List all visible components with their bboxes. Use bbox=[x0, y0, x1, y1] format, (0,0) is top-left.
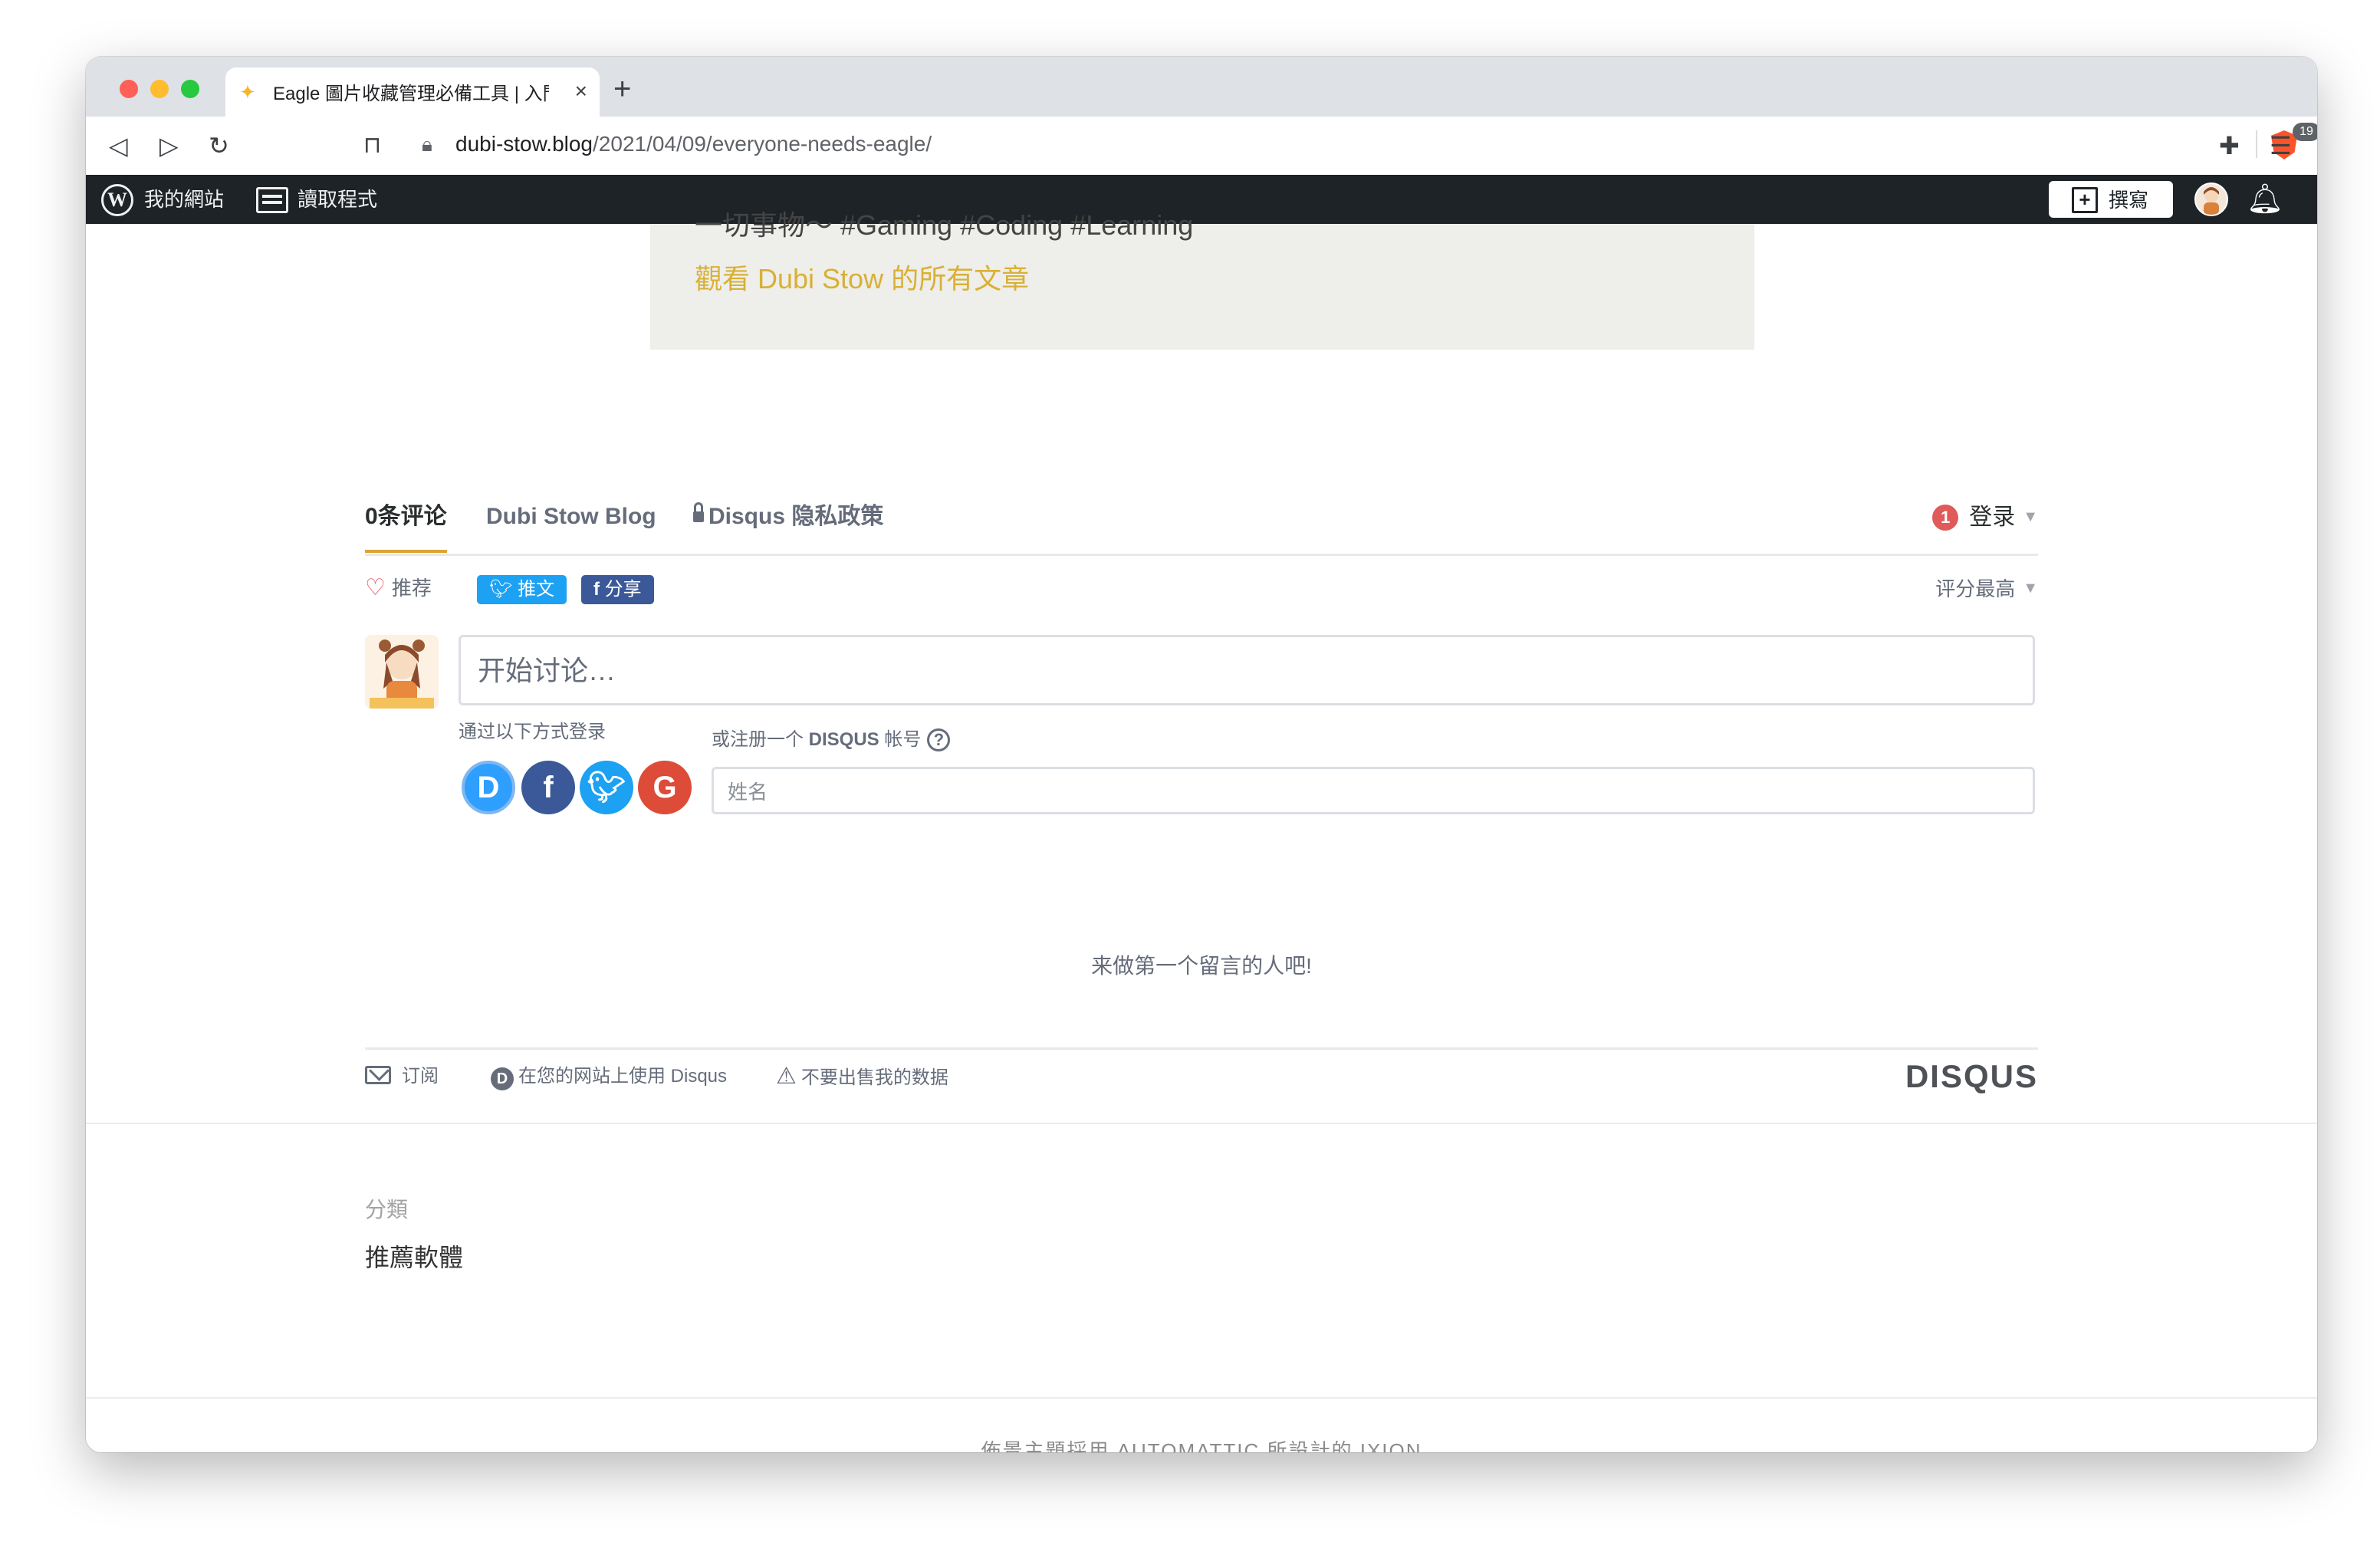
recommend-button[interactable]: ♡ 推荐 bbox=[365, 572, 432, 604]
tweet-label: 推文 bbox=[518, 579, 555, 600]
footer-divider bbox=[86, 1397, 2317, 1399]
disqus-d-icon: D bbox=[491, 1067, 514, 1090]
notifications-bell-icon[interactable]: 🔔︎ bbox=[2247, 184, 2283, 215]
section-divider bbox=[86, 1123, 2317, 1124]
thread-actions: ♡ 推荐 🐦︎ 推文 f 分享 评分最高 ▼ bbox=[365, 572, 2038, 606]
shield-count-badge: 19 bbox=[2293, 123, 2317, 141]
avatar-illustration-icon bbox=[365, 635, 439, 709]
disqus-footer: 订阅 D 在您的网站上使用 Disqus ⚠ 不要出售我的数据 DISQUS bbox=[365, 1047, 2038, 1096]
notification-badge: 1 bbox=[1932, 505, 1959, 531]
write-plus-icon: + bbox=[2072, 187, 2098, 213]
help-question-icon[interactable]: ? bbox=[927, 728, 951, 751]
close-window-button[interactable] bbox=[120, 80, 138, 98]
use-disqus-link[interactable]: D 在您的网站上使用 Disqus bbox=[491, 1064, 727, 1090]
heart-icon: ♡ bbox=[365, 575, 386, 600]
category-label: 分類 bbox=[365, 1198, 409, 1222]
sort-label: 评分最高 bbox=[1935, 577, 2016, 600]
address-bar[interactable]: 🔒︎ dubi-stow.blog/2021/04/09/everyone-ne… bbox=[408, 123, 2317, 166]
tab-privacy-policy[interactable]: Disqus 隐私政策 bbox=[693, 501, 883, 532]
recommend-label: 推荐 bbox=[391, 577, 432, 600]
do-not-sell-label: 不要出售我的数据 bbox=[800, 1067, 948, 1088]
register-prefix: 或注册一个 bbox=[712, 729, 804, 750]
register-brand: DISQUS bbox=[808, 729, 879, 750]
use-disqus-label: 在您的网站上使用 Disqus bbox=[518, 1066, 728, 1087]
disqus-logo[interactable]: DISQUS bbox=[1905, 1057, 2038, 1096]
extensions-puzzle-icon[interactable]: ✚ bbox=[2219, 130, 2240, 161]
url-text[interactable]: dubi-stow.blog/2021/04/09/everyone-needs… bbox=[455, 132, 932, 156]
write-button-label: 撰寫 bbox=[2109, 189, 2149, 212]
browser-tab-active[interactable]: ✦ Eagle 圖片收藏管理必備工具 | 入門 × bbox=[225, 67, 600, 117]
empty-comments-message: 来做第一个留言的人吧! bbox=[1091, 954, 1312, 978]
comment-textarea[interactable]: 开始讨论… bbox=[459, 635, 2035, 705]
user-avatar[interactable] bbox=[2194, 182, 2228, 216]
browser-window: ✦ Eagle 圖片收藏管理必備工具 | 入門 × + ◁ ▷ ↻ ⊓ 🔒︎ d… bbox=[86, 57, 2317, 1452]
comment-placeholder: 开始讨论… bbox=[478, 655, 616, 686]
share-label: 分享 bbox=[604, 579, 642, 600]
browser-menu-icon[interactable]: ☰ bbox=[2270, 130, 2292, 161]
lock-icon: 🔒︎ bbox=[422, 133, 432, 156]
disqus-nav: 0条评论 Dubi Stow Blog Disqus 隐私政策 1 登录 ▼ bbox=[365, 492, 2038, 556]
tab-title: Eagle 圖片收藏管理必備工具 | 入門 bbox=[273, 84, 549, 104]
back-icon[interactable]: ◁ bbox=[109, 130, 128, 161]
disqus-login-icon[interactable]: D bbox=[462, 761, 515, 814]
wordpress-admin-bar: W 我的網站 讀取程式 + 撰寫 🔔︎ bbox=[86, 175, 2317, 224]
minimize-window-button[interactable] bbox=[150, 80, 169, 98]
tab-close-icon[interactable]: × bbox=[575, 80, 587, 103]
login-label: 登录 bbox=[1969, 505, 2016, 530]
sort-dropdown[interactable]: 评分最高 ▼ bbox=[1935, 572, 2038, 605]
browser-toolbar: ◁ ▷ ↻ ⊓ 🔒︎ dubi-stow.blog/2021/04/09/eve… bbox=[86, 117, 2317, 176]
forward-icon[interactable]: ▷ bbox=[159, 130, 179, 161]
address-bar-separator bbox=[2256, 130, 2257, 158]
facebook-login-icon[interactable]: f bbox=[521, 761, 575, 814]
privacy-policy-label: Disqus 隐私政策 bbox=[708, 504, 884, 529]
write-button[interactable]: + 撰寫 bbox=[2049, 181, 2173, 218]
twitter-bird-icon: 🐦︎ bbox=[489, 579, 518, 600]
reload-icon[interactable]: ↻ bbox=[209, 130, 229, 161]
login-menu[interactable]: 1 登录 ▼ bbox=[1932, 501, 2038, 533]
theme-credit[interactable]: 佈景主題採用 AUTOMATTIC 所設計的 IXION bbox=[86, 1437, 2317, 1452]
page-content: 一切事物～ #Gaming #Coding #Learning 觀看 Dubi … bbox=[86, 209, 2317, 1452]
my-site-link[interactable]: 我的網站 bbox=[144, 187, 224, 212]
tab-community[interactable]: Dubi Stow Blog bbox=[486, 501, 656, 532]
facebook-f-icon: f bbox=[593, 579, 605, 600]
reader-icon[interactable] bbox=[256, 187, 288, 213]
warning-icon: ⚠ bbox=[776, 1064, 797, 1089]
google-login-icon[interactable]: G bbox=[638, 761, 692, 814]
url-path: /2021/04/09/everyone-needs-eagle/ bbox=[593, 132, 932, 156]
view-all-posts-link[interactable]: 觀看 Dubi Stow 的所有文章 bbox=[695, 258, 1029, 301]
do-not-sell-link[interactable]: ⚠ 不要出售我的数据 bbox=[776, 1064, 948, 1091]
tweet-button[interactable]: 🐦︎ 推文 bbox=[477, 575, 567, 604]
new-tab-button[interactable]: + bbox=[613, 74, 631, 104]
login-with-label: 通过以下方式登录 bbox=[459, 722, 606, 742]
reader-link[interactable]: 讀取程式 bbox=[298, 187, 377, 212]
author-bio: 一切事物～ #Gaming #Coding #Learning bbox=[695, 209, 1194, 241]
bookmark-icon[interactable]: ⊓ bbox=[363, 130, 381, 161]
guest-name-input[interactable]: 姓名 bbox=[712, 767, 2035, 814]
subscribe-label: 订阅 bbox=[402, 1066, 439, 1087]
avatar-illustration-icon bbox=[2204, 187, 2219, 215]
author-box: 一切事物～ #Gaming #Coding #Learning 觀看 Dubi … bbox=[650, 209, 1754, 350]
lock-icon bbox=[693, 502, 704, 522]
facebook-share-button[interactable]: f 分享 bbox=[581, 575, 654, 604]
site-favicon-icon: ✦ bbox=[239, 81, 256, 104]
category-link[interactable]: 推薦軟體 bbox=[365, 1241, 463, 1274]
title-bar: ✦ Eagle 圖片收藏管理必備工具 | 入門 × + bbox=[86, 57, 2317, 117]
subscribe-link[interactable]: 订阅 bbox=[365, 1064, 439, 1090]
register-label: 或注册一个 DISQUS 帐号? bbox=[712, 727, 951, 753]
chevron-down-icon: ▼ bbox=[2023, 508, 2038, 525]
commenter-avatar bbox=[365, 635, 439, 709]
envelope-icon bbox=[365, 1066, 391, 1084]
register-suffix: 帐号 bbox=[884, 729, 922, 750]
name-placeholder: 姓名 bbox=[728, 781, 768, 804]
chevron-down-icon: ▼ bbox=[2023, 580, 2038, 597]
wordpress-logo-icon[interactable]: W bbox=[101, 184, 133, 216]
url-host: dubi-stow.blog bbox=[455, 132, 593, 156]
zoom-window-button[interactable] bbox=[181, 80, 199, 98]
twitter-login-icon[interactable]: 🐦︎ bbox=[580, 761, 633, 814]
tab-comments[interactable]: 0条评论 bbox=[365, 501, 447, 553]
